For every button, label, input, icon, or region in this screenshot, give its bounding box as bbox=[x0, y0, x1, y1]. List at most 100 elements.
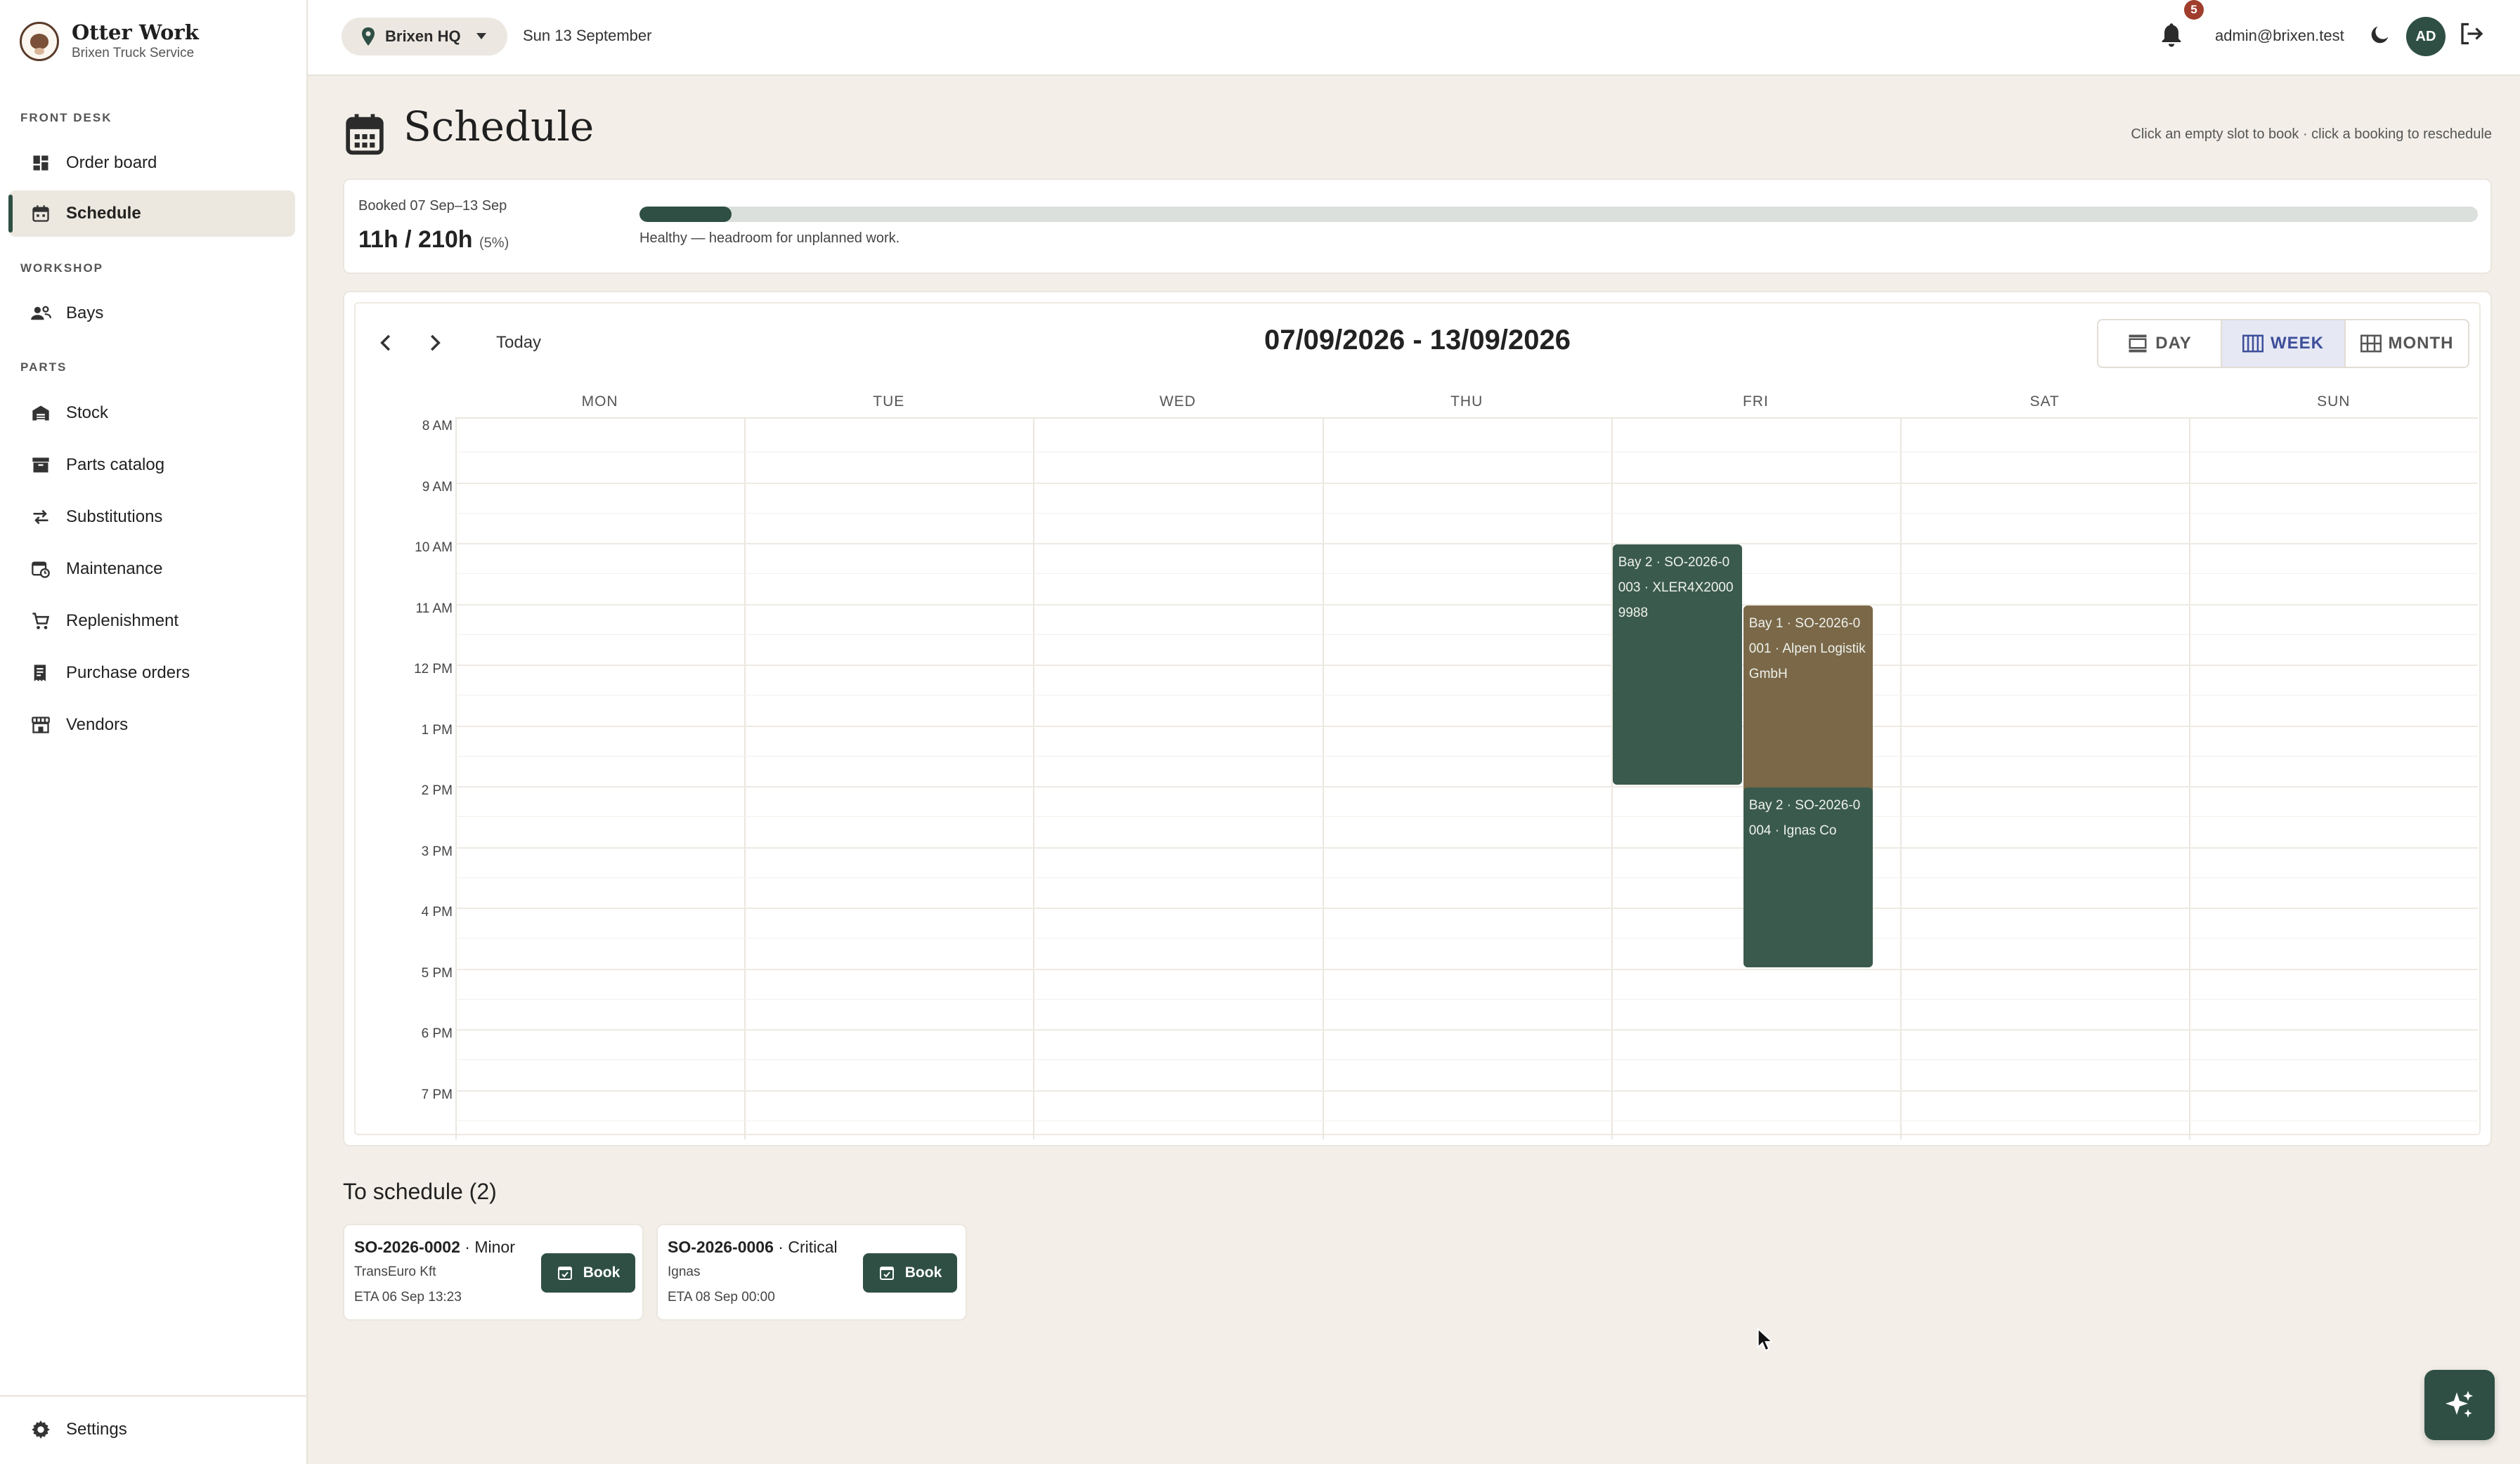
hour-gridline bbox=[455, 482, 2478, 484]
page-hint: Click an empty slot to book · click a bo… bbox=[2131, 126, 2492, 142]
calendar-check-icon bbox=[557, 1267, 572, 1280]
unscheduled-order-card[interactable]: SO-2026-0002 · Minor TransEuro Kft ETA 0… bbox=[343, 1224, 644, 1321]
hour-label: 3 PM bbox=[421, 844, 453, 859]
capacity-status: Healthy — headroom for unplanned work. bbox=[639, 230, 900, 246]
mouse-cursor-icon bbox=[1757, 1328, 1772, 1352]
day-header-sat: SAT bbox=[2029, 393, 2060, 410]
book-button-label: Book bbox=[583, 1264, 621, 1281]
day-column-divider bbox=[455, 419, 457, 1139]
sidebar-item-substitutions[interactable]: Substitutions bbox=[8, 494, 295, 540]
hour-gridline bbox=[455, 665, 2478, 666]
otter-logo-icon bbox=[20, 22, 59, 61]
user-email: admin@brixen.test bbox=[2215, 27, 2344, 44]
sidebar-item-label: Order board bbox=[66, 153, 157, 172]
archive-icon bbox=[30, 454, 52, 476]
booking-event[interactable]: Bay 2 · SO-2026-0004 · Ignas Co bbox=[1743, 787, 1873, 967]
brand-subtitle: Brixen Truck Service bbox=[72, 46, 195, 60]
hour-gridline bbox=[455, 847, 2478, 849]
hour-label: 6 PM bbox=[421, 1026, 453, 1041]
day-header-tue: TUE bbox=[873, 393, 905, 410]
theme-toggle-button[interactable] bbox=[2368, 22, 2394, 48]
day-header-thu: THU bbox=[1450, 393, 1483, 410]
sidebar-item-replenishment[interactable]: Replenishment bbox=[8, 598, 295, 644]
store-icon bbox=[30, 714, 52, 736]
notifications-button[interactable] bbox=[2157, 21, 2185, 49]
half-hour-gridline bbox=[455, 998, 2478, 1000]
warehouse-icon bbox=[30, 402, 52, 424]
cart-icon bbox=[30, 610, 52, 632]
receipt-icon bbox=[30, 662, 52, 684]
hour-gridline bbox=[455, 968, 2478, 970]
sidebar-item-stock[interactable]: Stock bbox=[8, 390, 295, 436]
view-month-label: MONTH bbox=[2388, 334, 2454, 353]
hour-label: 11 AM bbox=[415, 601, 453, 616]
hour-label: 10 AM bbox=[415, 540, 453, 555]
brand-title: Otter Work bbox=[72, 20, 199, 44]
half-hour-gridline bbox=[455, 938, 2478, 939]
book-button[interactable]: Book bbox=[541, 1253, 635, 1293]
half-hour-gridline bbox=[455, 1120, 2478, 1121]
sidebar-item-label: Substitutions bbox=[66, 507, 163, 526]
sparkles-icon bbox=[2446, 1391, 2473, 1418]
capacity-percent: (5%) bbox=[479, 235, 509, 251]
calendar-week-grid[interactable]: Bay 2 · SO-2026-0003 · XLER4X20009988 Bay… bbox=[455, 417, 2478, 1139]
half-hour-gridline bbox=[455, 755, 2478, 757]
hour-label: 1 PM bbox=[421, 722, 453, 738]
half-hour-gridline bbox=[455, 1059, 2478, 1061]
sidebar-item-bays[interactable]: Bays bbox=[8, 290, 295, 336]
logout-button[interactable] bbox=[2458, 21, 2486, 49]
sidebar-item-label: Schedule bbox=[66, 204, 141, 223]
book-button-label: Book bbox=[904, 1264, 942, 1281]
month-view-icon bbox=[2360, 334, 2382, 353]
view-week-button[interactable]: WEEK bbox=[2222, 320, 2346, 367]
order-eta: ETA 06 Sep 13:23 bbox=[354, 1290, 462, 1305]
sidebar-footer: Settings bbox=[0, 1395, 306, 1464]
section-front-desk: FRONT DESK bbox=[20, 111, 112, 124]
hour-gridline bbox=[455, 1029, 2478, 1031]
booking-event[interactable]: Bay 2 · SO-2026-0003 · XLER4X20009988 bbox=[1612, 544, 1742, 785]
schedule-calendar-icon bbox=[344, 112, 385, 156]
location-selector[interactable]: Brixen HQ bbox=[342, 18, 507, 55]
sidebar-item-parts-catalog[interactable]: Parts catalog bbox=[8, 442, 295, 488]
to-schedule-title: To schedule (2) bbox=[343, 1179, 497, 1204]
day-header-fri: FRI bbox=[1742, 393, 1769, 410]
view-day-button[interactable]: DAY bbox=[2098, 320, 2222, 367]
half-hour-gridline bbox=[455, 634, 2478, 635]
order-customer: TransEuro Kft bbox=[354, 1264, 436, 1279]
unscheduled-order-card[interactable]: SO-2026-0006 · Critical Ignas ETA 08 Sep… bbox=[656, 1224, 967, 1321]
half-hour-gridline bbox=[455, 816, 2478, 818]
day-column-divider bbox=[2189, 419, 2191, 1139]
capacity-progress-bar bbox=[639, 207, 2478, 222]
sidebar-item-maintenance[interactable]: Maintenance bbox=[8, 546, 295, 592]
caret-down-icon bbox=[476, 33, 486, 40]
bell-icon bbox=[2162, 23, 2181, 47]
view-week-label: WEEK bbox=[2271, 334, 2324, 353]
brand[interactable]: Otter Work Brixen Truck Service bbox=[20, 17, 199, 66]
sidebar-item-vendors[interactable]: Vendors bbox=[8, 702, 295, 748]
order-priority: Minor bbox=[474, 1238, 515, 1256]
ai-assistant-button[interactable] bbox=[2424, 1370, 2495, 1440]
order-eta: ETA 08 Sep 00:00 bbox=[668, 1290, 775, 1305]
week-view-icon bbox=[2242, 334, 2264, 353]
sidebar-item-order-board[interactable]: Order board bbox=[8, 140, 295, 186]
hour-label: 4 PM bbox=[421, 905, 453, 920]
day-column-divider bbox=[1322, 419, 1324, 1139]
sidebar-item-settings[interactable]: Settings bbox=[8, 1406, 295, 1453]
section-workshop: WORKSHOP bbox=[20, 261, 103, 275]
order-id: SO-2026-0002 · Minor bbox=[354, 1238, 515, 1256]
half-hour-gridline bbox=[455, 573, 2478, 575]
user-avatar[interactable]: AD bbox=[2406, 17, 2446, 56]
sidebar-item-label: Stock bbox=[66, 403, 109, 422]
view-month-button[interactable]: MONTH bbox=[2346, 320, 2468, 367]
notification-count-badge: 5 bbox=[2184, 0, 2204, 20]
sidebar-item-schedule[interactable]: Schedule bbox=[8, 190, 295, 237]
book-button[interactable]: Book bbox=[863, 1253, 957, 1293]
sidebar-item-label: Bays bbox=[66, 303, 104, 322]
sidebar-item-label: Replenishment bbox=[66, 611, 179, 630]
section-parts: PARTS bbox=[20, 360, 67, 374]
day-column-divider bbox=[1033, 419, 1035, 1139]
order-number: SO-2026-0006 bbox=[668, 1238, 774, 1256]
dashboard-icon bbox=[30, 152, 52, 174]
page-title: Schedule bbox=[403, 103, 595, 150]
sidebar-item-purchase-orders[interactable]: Purchase orders bbox=[8, 650, 295, 696]
